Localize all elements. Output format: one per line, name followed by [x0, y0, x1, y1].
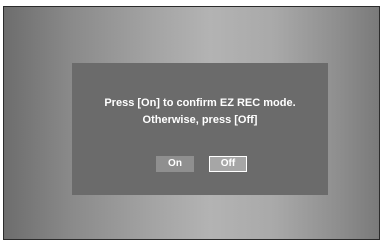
dialog-message-line1: Press [On] to confirm EZ REC mode. — [104, 97, 296, 109]
on-button[interactable]: On — [156, 156, 194, 172]
off-button[interactable]: Off — [209, 156, 247, 172]
confirm-dialog: Press [On] to confirm EZ REC mode. Other… — [72, 63, 328, 195]
dialog-message: Press [On] to confirm EZ REC mode. Other… — [72, 95, 328, 129]
screen-frame: Press [On] to confirm EZ REC mode. Other… — [3, 6, 380, 240]
dialog-message-line2: Otherwise, press [Off] — [142, 114, 258, 126]
